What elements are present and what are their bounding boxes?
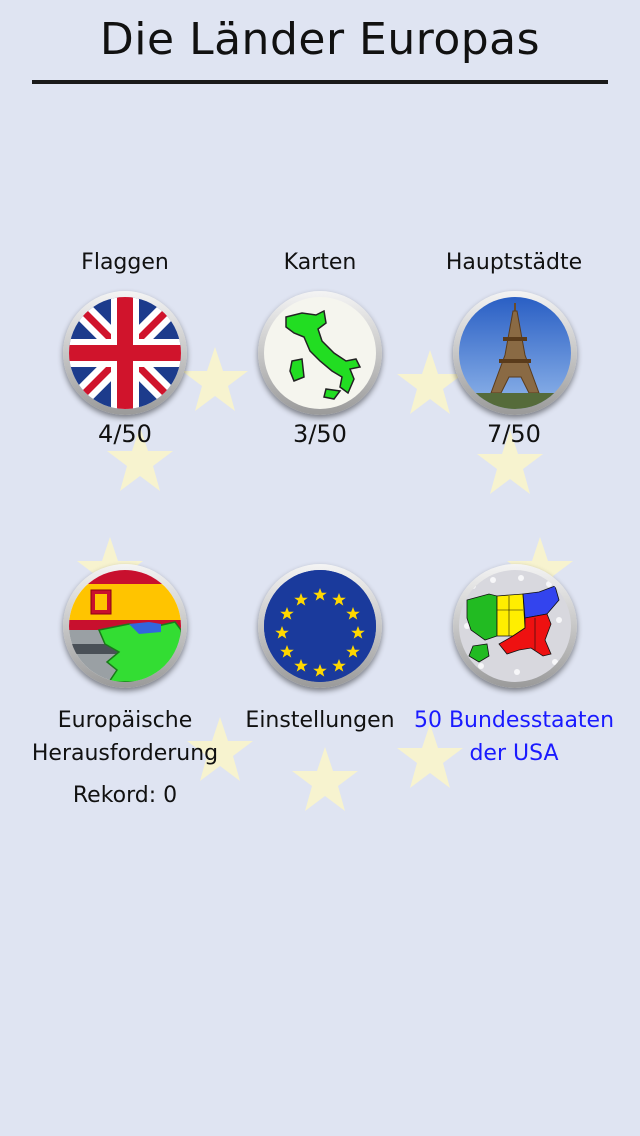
settings-label: Einstellungen	[245, 708, 395, 733]
background-star-decoration	[292, 747, 358, 811]
capitals-progress: 7/50	[487, 420, 541, 448]
background-star-decoration	[182, 347, 248, 411]
challenge-button[interactable]	[63, 564, 187, 688]
flags-progress: 4/50	[98, 420, 152, 448]
flags-label: Flaggen	[81, 250, 169, 275]
challenge-record: Rekord: 0	[72, 783, 178, 808]
usa-label-line2[interactable]: der USA	[404, 737, 624, 770]
settings-button[interactable]	[258, 564, 382, 688]
challenge-label-line1: Europäische	[57, 708, 193, 733]
usa-states-button[interactable]	[453, 564, 577, 688]
uk-flag-icon	[69, 297, 181, 409]
capitals-label: Hauptstädte	[445, 250, 583, 275]
maps-progress: 3/50	[293, 420, 347, 448]
flags-button[interactable]	[63, 291, 187, 415]
usa-map-icon	[464, 575, 562, 675]
spain-challenge-icon	[69, 570, 181, 682]
eu-flag-icon	[264, 570, 376, 682]
usa-label-line1[interactable]: 50 Bundesstaaten	[404, 704, 624, 737]
eiffel-tower-icon	[459, 303, 571, 409]
maps-label: Karten	[283, 250, 357, 275]
title-divider	[32, 80, 608, 84]
page-title: Die Länder Europas	[99, 14, 541, 65]
maps-button[interactable]	[258, 291, 382, 415]
italy-map-icon	[285, 309, 362, 400]
challenge-label-line2: Herausforderung	[31, 741, 219, 766]
capitals-button[interactable]	[453, 291, 577, 415]
